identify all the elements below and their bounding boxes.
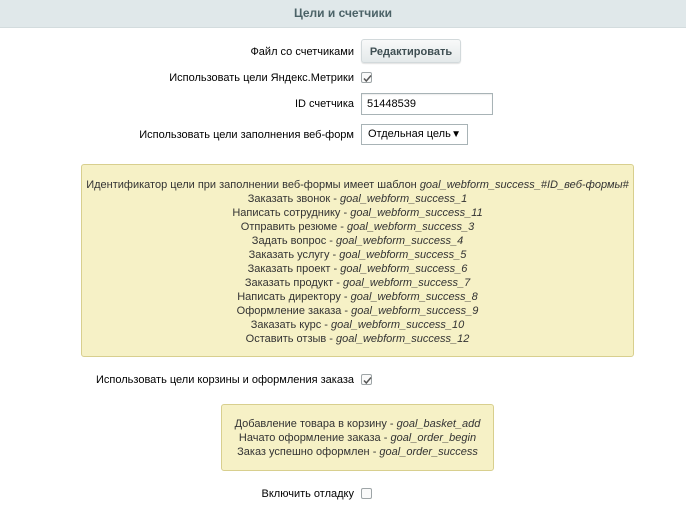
goal-code: goal_order_begin	[390, 432, 477, 444]
goal-name: Написать сотруднику	[232, 207, 341, 219]
goal-separator: -	[330, 263, 341, 275]
goal-separator: -	[326, 333, 337, 345]
goal-list-item: Заказать звонок - goal_webform_success_1	[82, 192, 633, 206]
goal-name: Отправить резюме	[240, 221, 338, 233]
goal-separator: -	[337, 221, 348, 233]
goal-code: goal_webform_success_6	[340, 263, 468, 275]
goal-list-item: Начато оформление заказа - goal_order_be…	[222, 431, 493, 445]
goal-code: goal_webform_success_3	[347, 221, 475, 233]
goal-name: Заказать проект	[247, 263, 331, 275]
goal-code: goal_webform_success_12	[336, 333, 470, 345]
goal-separator: -	[369, 446, 380, 458]
webform-goals-select[interactable]: Отдельная цель ▼	[361, 124, 468, 145]
goal-code: goal_basket_add	[396, 418, 481, 430]
goal-name: Заказать услугу	[248, 249, 330, 261]
checkmark-icon	[363, 75, 372, 83]
goal-list-item: Заказать курс - goal_webform_success_10	[82, 318, 633, 332]
goal-code: goal_order_success	[379, 446, 478, 458]
counters-file-label: Файл со счетчиками	[250, 46, 354, 58]
goal-separator: -	[340, 207, 351, 219]
goal-list-item: Оставить отзыв - goal_webform_success_12	[82, 332, 633, 346]
basket-goals-list: Добавление товара в корзину - goal_baske…	[222, 417, 493, 459]
checkmark-icon	[363, 377, 372, 385]
edit-counters-button[interactable]: Редактировать	[361, 39, 461, 63]
use-metrika-goals-label: Использовать цели Яндекс.Метрики	[169, 72, 354, 84]
webform-note-intro-code: goal_webform_success_#ID_веб-формы#	[419, 179, 629, 191]
goal-separator: -	[380, 432, 391, 444]
webform-goals-label: Использовать цели заполнения веб-форм	[139, 129, 354, 141]
webform-goals-info-box: Идентификатор цели при заполнении веб-фо…	[81, 164, 634, 357]
goal-list-item: Отправить резюме - goal_webform_success_…	[82, 220, 633, 234]
goal-separator: -	[341, 305, 352, 317]
goal-list-item: Заказать проект - goal_webform_success_6	[82, 262, 633, 276]
goal-list-item: Добавление товара в корзину - goal_baske…	[222, 417, 493, 431]
goal-code: goal_webform_success_7	[343, 277, 471, 289]
goal-separator: -	[330, 193, 341, 205]
counter-id-input[interactable]: 51448539	[361, 93, 493, 115]
debug-label: Включить отладку	[261, 488, 354, 500]
section-header: Цели и счетчики	[0, 0, 686, 28]
goal-separator: -	[386, 418, 397, 430]
goal-separator: -	[340, 291, 351, 303]
debug-checkbox[interactable]	[361, 488, 372, 499]
goal-code: goal_webform_success_11	[350, 207, 483, 219]
goal-name: Начато оформление заказа	[238, 432, 381, 444]
webform-note-intro: Идентификатор цели при заполнении веб-фо…	[82, 178, 633, 192]
counter-id-label: ID счетчика	[294, 98, 354, 110]
webform-goals-list: Заказать звонок - goal_webform_success_1…	[82, 192, 633, 346]
goal-list-item: Заказать услугу - goal_webform_success_5	[82, 248, 633, 262]
goal-name: Заказать продукт	[244, 277, 334, 289]
goal-list-item: Написать директору - goal_webform_succes…	[82, 290, 633, 304]
goal-list-item: Оформление заказа - goal_webform_success…	[82, 304, 633, 318]
basket-goals-label: Использовать цели корзины и оформления з…	[96, 374, 354, 386]
goal-separator: -	[326, 235, 336, 247]
goal-code: goal_webform_success_8	[350, 291, 478, 303]
dropdown-arrow-icon: ▼	[451, 129, 461, 140]
goal-name: Заказать звонок	[247, 193, 331, 205]
basket-goals-checkbox[interactable]	[361, 374, 372, 385]
goal-name: Оставить отзыв	[245, 333, 327, 345]
goal-name: Задать вопрос	[251, 235, 327, 247]
goal-separator: -	[321, 319, 331, 331]
goal-separator: -	[333, 277, 343, 289]
goal-list-item: Задать вопрос - goal_webform_success_4	[82, 234, 633, 248]
goal-code: goal_webform_success_5	[339, 249, 467, 261]
section-title: Цели и счетчики	[293, 6, 393, 20]
webform-note-intro-text: Идентификатор цели при заполнении веб-фо…	[86, 179, 420, 191]
webform-goals-selected-value: Отдельная цель	[368, 128, 451, 140]
goal-code: goal_webform_success_10	[330, 319, 465, 331]
basket-goals-info-box: Добавление товара в корзину - goal_baske…	[221, 404, 494, 471]
goal-list-item: Написать сотруднику - goal_webform_succe…	[82, 206, 633, 220]
goal-name: Оформление заказа	[236, 305, 342, 317]
goal-code: goal_webform_success_4	[336, 235, 464, 247]
goal-code: goal_webform_success_9	[351, 305, 479, 317]
goal-name: Заказ успешно оформлен	[237, 446, 370, 458]
use-metrika-goals-checkbox[interactable]	[361, 72, 372, 83]
goal-name: Добавление товара в корзину	[234, 418, 387, 430]
goal-name: Заказать курс	[250, 319, 322, 331]
goal-list-item: Заказ успешно оформлен - goal_order_succ…	[222, 445, 493, 459]
goal-list-item: Заказать продукт - goal_webform_success_…	[82, 276, 633, 290]
goal-code: goal_webform_success_1	[340, 193, 468, 205]
goal-separator: -	[329, 249, 340, 261]
goal-name: Написать директору	[237, 291, 341, 303]
